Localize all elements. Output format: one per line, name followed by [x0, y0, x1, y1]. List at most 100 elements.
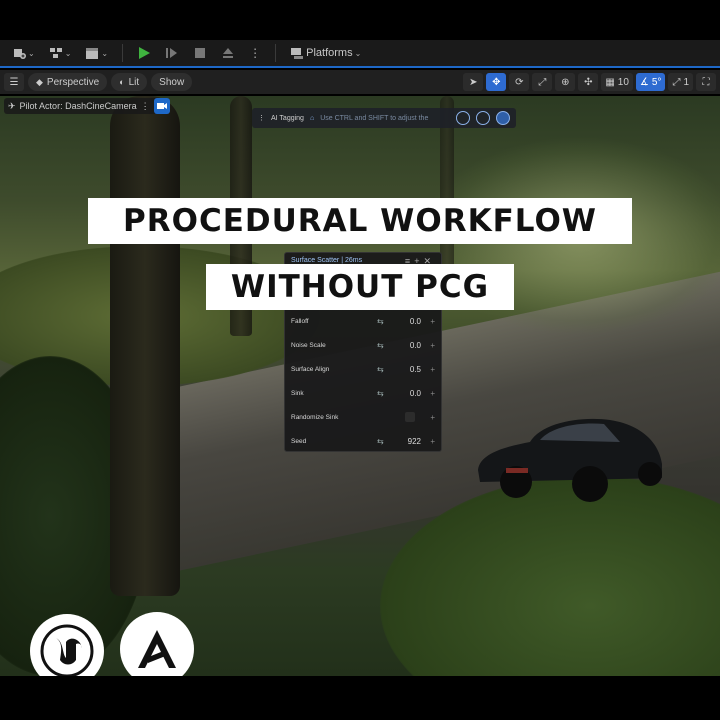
rotate-tool-button[interactable]: ⟳: [509, 73, 530, 91]
pilot-actor-label: Pilot Actor: DashCineCamera: [19, 101, 137, 111]
camera-icon: [156, 103, 167, 109]
globe-icon: ⊕: [561, 76, 570, 88]
panel-title: Surface Scatter | 26ms: [291, 257, 363, 264]
blueprint-icon: [49, 46, 63, 60]
sports-car: [478, 418, 662, 502]
ai-tagging-bar: ⋮ AI Tagging ⌂ Use CTRL and SHIFT to adj…: [252, 108, 516, 128]
toolbar-divider: [275, 44, 277, 62]
blueprint-button[interactable]: ⌄: [45, 43, 76, 63]
angle-snap-value: 5°: [651, 76, 662, 88]
randomize-sink-checkbox[interactable]: [405, 412, 415, 422]
lit-label: Lit: [128, 76, 140, 88]
row-value[interactable]: 0.0: [393, 317, 421, 326]
show-button[interactable]: Show: [151, 73, 193, 91]
drag-handle-icon[interactable]: ⋮: [258, 114, 265, 122]
scale-icon: ⤢: [538, 76, 547, 88]
pilot-actor-bar: ✈ Pilot Actor: DashCineCamera ⋮: [4, 98, 170, 114]
aperture-icon[interactable]: [456, 111, 470, 125]
row-value[interactable]: 0.0: [393, 389, 421, 398]
row-label: Surface Align: [291, 365, 330, 373]
play-options-button[interactable]: ⋮: [245, 43, 265, 63]
scale-tool-button[interactable]: ⤢: [532, 73, 553, 91]
hamburger-icon: ☰: [9, 76, 19, 88]
more-vertical-icon: ⋮: [249, 46, 262, 60]
panel-row-randomize-sink: Randomize Sink +: [291, 407, 435, 427]
eject-button[interactable]: [217, 43, 239, 63]
headline-line-1: PROCEDURAL WORKFLOW: [88, 198, 632, 244]
stop-button[interactable]: [189, 43, 211, 63]
lit-button[interactable]: ◐ Lit: [111, 73, 148, 91]
lit-sphere-icon: ◐: [119, 77, 125, 87]
chevron-down-icon: ⌄: [28, 48, 35, 58]
rotate-icon: ⟳: [515, 76, 524, 88]
maximize-icon: ⛶: [702, 76, 710, 88]
chevron-down-icon: ⌄: [354, 48, 362, 58]
select-tool-button[interactable]: ➤: [463, 73, 484, 91]
maximize-viewport-button[interactable]: ⛶: [696, 73, 716, 91]
angle-snap-button[interactable]: ∡ 5°: [635, 73, 666, 91]
clapperboard-icon: [85, 46, 99, 60]
pin-icon: ✈: [8, 100, 16, 111]
plus-icon[interactable]: +: [421, 389, 435, 398]
surface-snap-button[interactable]: ✣: [578, 73, 599, 91]
world-space-button[interactable]: ⊕: [555, 73, 576, 91]
add-cube-icon: [12, 46, 26, 60]
camera-speed-button[interactable]: ⤢ 1: [668, 73, 693, 91]
unreal-engine-icon: [40, 624, 94, 678]
plus-icon[interactable]: +: [421, 413, 435, 422]
a-tool-icon[interactable]: [496, 111, 510, 125]
row-value[interactable]: 0.5: [393, 365, 421, 374]
grid-icon: ▦: [605, 76, 615, 88]
palette-icon[interactable]: [476, 111, 490, 125]
eject-pilot-button[interactable]: [153, 98, 170, 114]
play-icon: [137, 46, 151, 60]
swap-arrows-icon[interactable]: ⇆: [377, 437, 393, 446]
move-icon: ✥: [492, 76, 501, 88]
platforms-label: Platforms: [306, 47, 353, 59]
play-button[interactable]: [133, 43, 155, 63]
swap-arrows-icon[interactable]: ⇆: [377, 341, 393, 350]
translate-tool-button[interactable]: ✥: [486, 73, 507, 91]
main-toolbar: ⌄ ⌄ ⌄ ⋮ Platforms ⌄: [0, 40, 720, 68]
swap-arrows-icon[interactable]: ⇆: [377, 365, 393, 374]
step-forward-icon: [165, 46, 179, 60]
tag-icon: ⌂: [309, 114, 315, 122]
tree-trunk: [110, 96, 180, 596]
swap-arrows-icon[interactable]: ⇆: [377, 317, 393, 326]
row-label: Randomize Sink: [291, 413, 339, 421]
panel-row-sink: Sink ⇆ 0.0 +: [291, 383, 435, 403]
grid-snap-button[interactable]: ▦ 10: [601, 73, 633, 91]
platforms-button[interactable]: Platforms ⌄: [286, 43, 365, 63]
row-label: Sink: [291, 389, 304, 397]
panel-row-seed: Seed ⇆ 922 +: [291, 431, 435, 451]
expand-icon: ⤢: [672, 76, 681, 88]
row-label: Falloff: [291, 317, 309, 325]
bottom-black-band: [0, 676, 720, 720]
platforms-icon: [290, 46, 304, 60]
panel-row-noise-scale: Noise Scale ⇆ 0.0 +: [291, 335, 435, 355]
plus-icon[interactable]: +: [421, 365, 435, 374]
step-button[interactable]: [161, 43, 183, 63]
perspective-button[interactable]: ◆ Perspective: [28, 73, 108, 91]
toolbar-divider: [122, 44, 124, 62]
ai-tagging-hint: Use CTRL and SHIFT to adjust the: [320, 114, 429, 122]
cube-icon: ◆: [36, 76, 43, 87]
chevron-down-icon: ⌄: [64, 48, 72, 58]
viewport-menu-button[interactable]: ☰: [4, 73, 24, 91]
row-value[interactable]: 922: [393, 437, 421, 446]
camera-speed-value: 1: [683, 76, 689, 88]
pilot-menu-icon[interactable]: ⋮: [141, 101, 150, 112]
ai-tagging-label: AI Tagging: [271, 114, 304, 122]
add-actor-button[interactable]: ⌄: [8, 43, 39, 63]
headline-line-2: WITHOUT PCG: [206, 264, 514, 310]
panel-row-falloff: Falloff ⇆ 0.0 +: [291, 311, 435, 331]
plus-icon[interactable]: +: [421, 437, 435, 446]
swap-arrows-icon[interactable]: ⇆: [377, 389, 393, 398]
plus-icon[interactable]: +: [421, 341, 435, 350]
plus-icon[interactable]: +: [421, 317, 435, 326]
top-black-band: [0, 0, 720, 40]
a-logo-icon: [138, 630, 176, 668]
row-value[interactable]: 0.0: [393, 341, 421, 350]
row-label: Seed: [291, 437, 307, 445]
cinematics-button[interactable]: ⌄: [81, 43, 112, 63]
